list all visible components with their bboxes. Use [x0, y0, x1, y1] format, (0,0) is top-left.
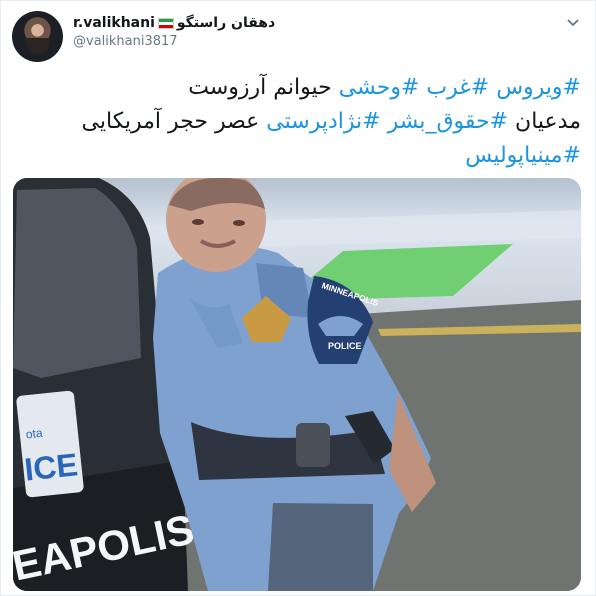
photo-scene: ota ICE EAPOLIS MINNEAPOLIS POLICE — [13, 178, 581, 591]
avatar-beard — [26, 38, 50, 54]
hashtag-link[interactable]: #حقوق_بشر — [388, 109, 508, 134]
tweet-text-line: #مینیاپولیس — [13, 139, 581, 173]
name-row[interactable]: r.valikhani دهقان راستگو — [73, 14, 503, 32]
tweet-header: r.valikhani دهقان راستگو @valikhani3817 — [73, 14, 503, 54]
display-name[interactable]: r.valikhani — [73, 15, 155, 31]
tweet-media-photo[interactable]: ota ICE EAPOLIS MINNEAPOLIS POLICE — [13, 178, 581, 591]
hashtag-link[interactable]: #نژادپرستی — [266, 109, 380, 134]
iran-flag-icon — [157, 17, 174, 29]
tweet-text: #ویروس #غرب #وحشی حیوانم آرزوست مدعیان #ح… — [13, 71, 581, 173]
patch-bottom-text: POLICE — [328, 341, 362, 351]
plate-text: ICE — [23, 446, 80, 487]
officer-eye-left — [192, 219, 204, 225]
tweet-text-segment — [381, 109, 388, 134]
holster — [296, 423, 330, 467]
chevron-down-icon[interactable] — [567, 17, 579, 29]
tweet-card[interactable]: r.valikhani دهقان راستگو @valikhani3817 … — [0, 0, 596, 596]
officer-eye-right — [233, 220, 245, 226]
officer-pants — [268, 503, 373, 591]
display-name-persian[interactable]: دهقان راستگو — [177, 15, 275, 31]
plate-state-text: ota — [25, 426, 43, 442]
user-handle[interactable]: @valikhani3817 — [73, 34, 503, 49]
hashtag-link[interactable]: #وحشی — [339, 75, 420, 100]
tweet-text-line: #ویروس #غرب #وحشی حیوانم آرزوست — [13, 71, 581, 105]
hashtag-link[interactable]: #غرب — [426, 75, 489, 100]
tweet-text-line: مدعیان #حقوق_بشر #نژادپرستی عصر حجر آمری… — [13, 105, 581, 139]
hashtag-link[interactable]: #ویروس — [496, 75, 581, 100]
avatar[interactable] — [12, 11, 63, 62]
tweet-text-segment: مدعیان — [508, 109, 581, 134]
car-window — [13, 188, 141, 378]
tweet-text-segment: حیوانم آرزوست — [188, 75, 339, 100]
hashtag-link[interactable]: #مینیاپولیس — [465, 143, 581, 168]
tweet-text-segment: عصر حجر آمریکایی — [81, 109, 267, 134]
